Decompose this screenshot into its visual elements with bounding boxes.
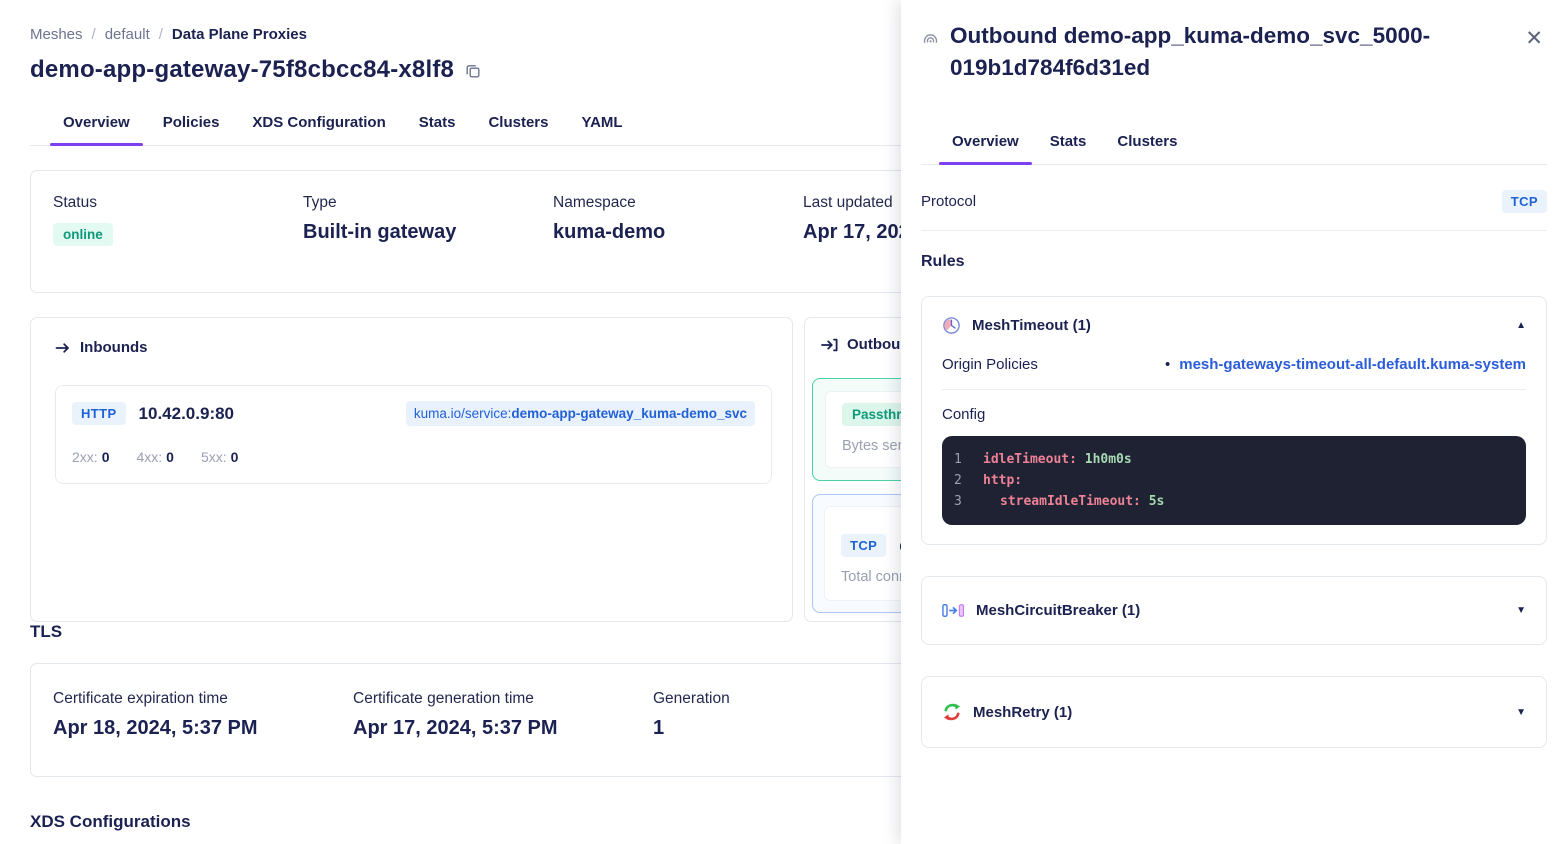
outbound-connection-icon (921, 29, 940, 48)
service-tag[interactable]: kuma.io/service:demo-app-gateway_kuma-de… (406, 401, 755, 426)
type-value: Built-in gateway (303, 221, 553, 244)
meshretry-name: MeshRetry (1) (973, 704, 1072, 721)
bullet: • (1165, 356, 1170, 373)
inbound-arrow-icon (55, 340, 71, 356)
meshcircuitbreaker-card: MeshCircuitBreaker (1) ▼ (921, 576, 1547, 645)
stat-2xx: 2xx:0 (72, 449, 109, 465)
type-label: Type (303, 194, 553, 212)
clock-icon (942, 316, 961, 335)
status-label: Status (53, 194, 303, 212)
chevron-down-icon[interactable]: ▼ (1516, 605, 1526, 616)
code-line: 3streamIdleTimeout: 5s (954, 491, 1514, 512)
protocol-badge: TCP (1502, 190, 1547, 213)
retry-icon (942, 702, 962, 722)
cert-generation-label: Certificate generation time (353, 690, 653, 708)
config-code-block: 1idleTimeout: 1h0m0s 2http: 3streamIdleT… (942, 436, 1526, 525)
copy-icon[interactable] (465, 63, 481, 79)
tab-yaml[interactable]: YAML (581, 114, 622, 145)
code-line: 1idleTimeout: 1h0m0s (954, 449, 1514, 470)
cert-expiration-label: Certificate expiration time (53, 690, 353, 708)
breadcrumb-separator: / (159, 26, 163, 43)
tab-policies[interactable]: Policies (163, 114, 220, 145)
cert-generation-value: Apr 17, 2024, 5:37 PM (353, 717, 653, 740)
page-title: demo-app-gateway-75f8cbcc84-x8lf8 (30, 56, 454, 84)
http-protocol-badge: HTTP (72, 402, 126, 425)
meshtimeout-card: MeshTimeout (1) ▲ Origin Policies • mesh… (921, 296, 1547, 545)
service-tag-prefix: kuma.io/service: (414, 406, 512, 421)
tcp-protocol-badge: TCP (841, 534, 886, 557)
drawer-title: Outbound demo-app_kuma-demo_svc_5000-019… (950, 20, 1505, 84)
divider (942, 389, 1526, 390)
config-label: Config (942, 406, 1526, 423)
breadcrumb-separator: / (92, 26, 96, 43)
outbound-arrow-icon (821, 337, 838, 353)
chevron-down-icon[interactable]: ▼ (1516, 707, 1526, 718)
inbound-entry-card[interactable]: HTTP 10.42.0.9:80 kuma.io/service:demo-a… (55, 385, 772, 484)
meshretry-header[interactable]: MeshRetry (1) ▼ (942, 702, 1526, 722)
meshtimeout-name: MeshTimeout (1) (972, 317, 1091, 334)
circuit-breaker-icon (942, 602, 965, 619)
drawer-tab-clusters[interactable]: Clusters (1117, 133, 1177, 164)
collapse-icon[interactable]: ▲ (1516, 320, 1526, 331)
close-icon[interactable]: ✕ (1521, 20, 1547, 53)
tab-overview[interactable]: Overview (63, 114, 130, 145)
meshcircuitbreaker-name: MeshCircuitBreaker (1) (976, 602, 1140, 619)
tab-stats[interactable]: Stats (419, 114, 456, 145)
breadcrumb-item-default[interactable]: default (105, 26, 150, 43)
rules-heading: Rules (921, 253, 1547, 271)
inbounds-title: Inbounds (80, 339, 148, 356)
origin-policy-link[interactable]: mesh-gateways-timeout-all-default.kuma-s… (1179, 356, 1526, 373)
inbound-address: 10.42.0.9:80 (139, 404, 234, 424)
protocol-label: Protocol (921, 193, 976, 210)
stat-4xx: 4xx:0 (136, 449, 173, 465)
drawer-tab-stats[interactable]: Stats (1050, 133, 1087, 164)
origin-policies-label: Origin Policies (942, 356, 1038, 373)
breadcrumb-item-data-plane-proxies[interactable]: Data Plane Proxies (172, 26, 307, 43)
stat-5xx: 5xx:0 (201, 449, 238, 465)
drawer-tabs: Overview Stats Clusters (921, 133, 1547, 165)
cert-expiration-value: Apr 18, 2024, 5:37 PM (53, 717, 353, 740)
tab-xds-configuration[interactable]: XDS Configuration (252, 114, 385, 145)
status-badge: online (53, 223, 113, 246)
tab-clusters[interactable]: Clusters (488, 114, 548, 145)
breadcrumb-item-meshes[interactable]: Meshes (30, 26, 83, 43)
namespace-label: Namespace (553, 194, 803, 212)
code-line: 2http: (954, 470, 1514, 491)
meshretry-card: MeshRetry (1) ▼ (921, 676, 1547, 748)
namespace-value: kuma-demo (553, 221, 803, 244)
inbounds-panel: Inbounds HTTP 10.42.0.9:80 kuma.io/servi… (30, 317, 793, 622)
service-tag-value: demo-app-gateway_kuma-demo_svc (511, 406, 747, 421)
outbound-detail-drawer: Outbound demo-app_kuma-demo_svc_5000-019… (901, 0, 1567, 844)
meshcircuitbreaker-header[interactable]: MeshCircuitBreaker (1) ▼ (942, 602, 1526, 619)
meshtimeout-header[interactable]: MeshTimeout (1) ▲ (942, 316, 1526, 335)
drawer-tab-overview[interactable]: Overview (952, 133, 1019, 164)
